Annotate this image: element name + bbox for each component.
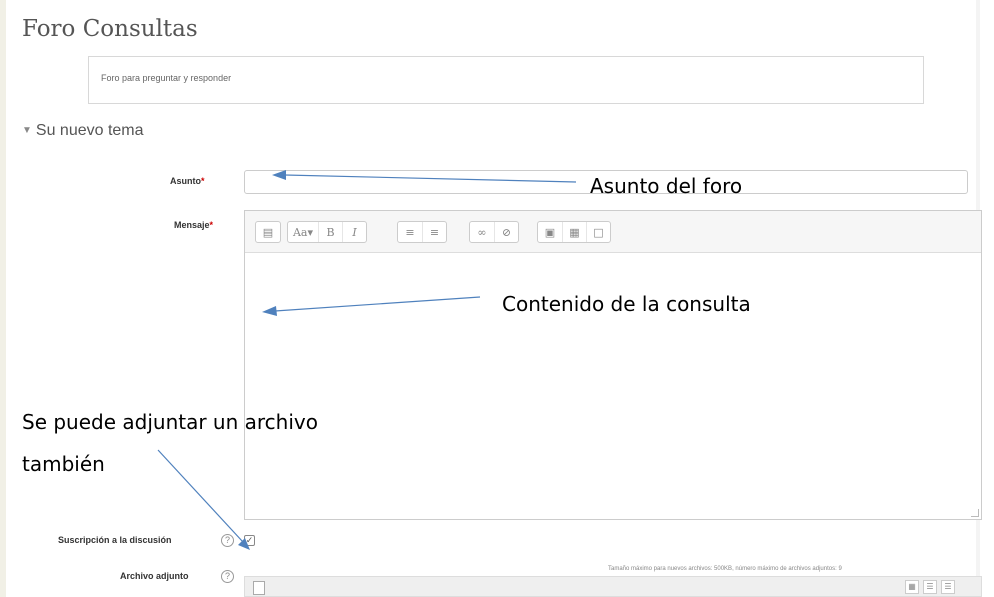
annotation-arrows xyxy=(157,170,577,550)
arrow-subject xyxy=(284,174,577,183)
arrow-content xyxy=(274,296,481,312)
arrowhead-content xyxy=(262,306,277,316)
arrowhead-subject xyxy=(272,170,286,180)
arrowhead-attachment xyxy=(238,538,250,550)
arrow-attachment xyxy=(157,449,244,543)
